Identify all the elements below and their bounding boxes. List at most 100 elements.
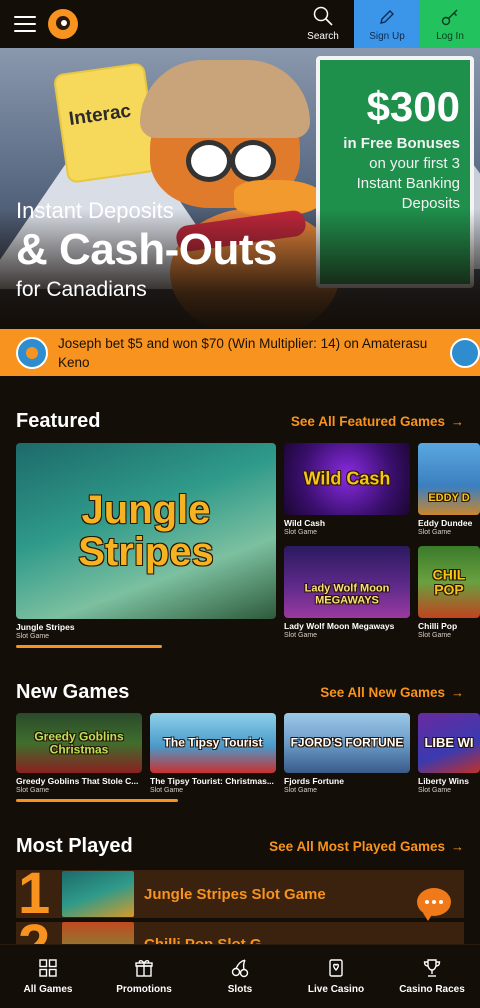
see-all-featured-label: See All Featured Games [290,414,445,429]
promo-line-1: in Free Bonuses [343,135,460,152]
game-art-title: Jungle Stripes [78,488,214,574]
game-art: EDDY D [418,443,480,515]
nav-promotions[interactable]: Promotions [96,945,192,1008]
game-category: Slot Game [418,787,452,794]
game-art: The Tipsy Tourist [150,713,276,773]
game-category: Slot Game [16,633,50,640]
most-played-header: Most Played See All Most Played Games → [16,835,464,858]
nav-label: Live Casino [307,984,365,995]
mascot-aviator-cap [140,60,310,138]
nav-label: Slots [227,984,253,995]
see-all-new-games-link[interactable]: See All New Games → [320,685,464,700]
most-played-label: Jungle Stripes Slot Game [144,885,326,903]
game-art: CHIL POP [418,546,480,618]
game-category: Slot Game [150,787,184,794]
game-art: LIBE WI [418,713,480,773]
search-button[interactable]: Search [300,0,346,48]
card-icon [329,959,343,977]
most-played-title: Most Played [16,835,133,857]
nav-all-games[interactable]: All Games [0,945,96,1008]
hero-banner[interactable]: Interac $300 in Free Bonuses on your fir… [0,48,480,329]
game-art: Lady Wolf Moon MEGAWAYS [284,546,410,618]
hero-subtitle-bottom: for Canadians [16,278,147,301]
promo-line-2: on your first 3 [369,155,460,172]
live-chat-button[interactable] [417,888,451,921]
new-games-header: New Games See All New Games → [16,681,464,704]
nav-label: Promotions [116,984,172,995]
rank-text: 1 [18,861,51,926]
game-tile-wild-cash[interactable]: Wild Cash Wild Cash Slot Game [284,443,410,536]
game-name: Liberty Wins [418,776,469,786]
game-name: Jungle Stripes [16,622,75,632]
game-art-title: EDDY D [428,492,470,505]
winner-ticker[interactable]: Joseph bet $5 and won $70 (Win Multiplie… [0,329,480,376]
new-games-title: New Games [16,681,130,703]
search-icon [313,6,333,26]
avatar [450,337,480,368]
game-tile-greedy-goblins[interactable]: Greedy Goblins Christmas Greedy Goblins … [16,713,142,794]
game-tile-jungle-stripes[interactable]: Jungle Stripes Jungle Stripes Slot Game [16,443,276,640]
casino-logo[interactable] [48,9,78,39]
bottom-navigation: All Games Promotions Slots Live Casino C… [0,944,480,1008]
game-tile-tipsy-tourist[interactable]: The Tipsy Tourist The Tipsy Tourist: Chr… [150,713,276,794]
game-name: Greedy Goblins That Stole C... [16,776,139,786]
header-actions: Search Sign Up Log In [300,0,480,48]
rank-number: 1 [16,864,62,924]
game-art: Wild Cash [284,443,410,515]
game-tile-lady-wolf-moon[interactable]: Lady Wolf Moon MEGAWAYS Lady Wolf Moon M… [284,546,410,639]
search-label: Search [307,31,339,42]
promo-amount: $300 [366,83,460,130]
nav-casino-races[interactable]: Casino Races [384,945,480,1008]
game-art-title: FJORD'S FORTUNE [290,735,404,750]
game-name: Chilli Pop [418,621,458,631]
game-tile-liberty-wins[interactable]: LIBE WI Liberty Wins Slot Game [418,713,480,794]
game-category: Slot Game [284,529,318,536]
avatar [16,336,48,369]
cherries-icon [231,959,249,978]
log-in-label: Log In [436,31,464,42]
grid-icon [39,959,57,977]
nav-label: All Games [23,984,73,995]
hero-text: Instant Deposits & Cash-Outs for Canadia… [16,198,277,302]
new-games-scroll-indicator [16,799,178,802]
game-thumbnail [62,871,134,917]
game-tile-eddy-dundee[interactable]: EDDY D Eddy Dundee Slot Game [418,443,480,536]
trophy-icon [423,959,441,977]
sign-up-button[interactable]: Sign Up [354,0,420,48]
game-name: Wild Cash [284,518,326,528]
game-category: Slot Game [284,787,318,794]
game-art: Greedy Goblins Christmas [16,713,142,773]
featured-scroll-indicator [16,645,162,648]
sign-up-label: Sign Up [369,31,405,42]
game-art-title: Wild Cash [303,468,391,489]
game-tile-chilli-pop[interactable]: CHIL POP Chilli Pop Slot Game [418,546,480,639]
log-in-button[interactable]: Log In [420,0,480,48]
ticker-message: Joseph bet $5 and won $70 (Win Multiplie… [58,335,428,370]
rank-number: 2 [16,922,62,944]
game-category: Slot Game [284,632,318,639]
see-all-most-played-label: See All Most Played Games [269,839,445,854]
mascot-goggle-right [230,140,276,182]
game-art: FJORD'S FORTUNE [284,713,410,773]
see-all-featured-link[interactable]: See All Featured Games → [291,414,464,429]
nav-label: Casino Races [399,984,465,995]
gift-icon [135,960,153,977]
see-all-most-played-link[interactable]: See All Most Played Games → [269,839,464,854]
most-played-row-1[interactable]: 1 Jungle Stripes Slot Game [16,864,464,924]
see-all-new-games-label: See All New Games [320,685,445,700]
featured-header: Featured See All Featured Games → [16,410,464,433]
game-art: Jungle Stripes [16,443,276,619]
most-played-row-2[interactable]: 2 Chilli Pop Slot G [16,922,464,944]
game-art-title: Greedy Goblins Christmas [34,729,124,756]
nav-slots[interactable]: Slots [192,945,288,1008]
interac-card-brand: Interac [67,100,133,130]
arrow-right-icon: → [451,839,464,854]
game-art-title: LIBE WI [424,735,474,751]
menu-icon[interactable] [14,16,36,32]
mascot-goggle-left [186,140,232,182]
game-category: Slot Game [16,787,50,794]
game-category: Slot Game [418,632,452,639]
game-name: Lady Wolf Moon Megaways [284,621,395,631]
game-tile-fjords-fortune[interactable]: FJORD'S FORTUNE Fjords Fortune Slot Game [284,713,410,794]
nav-live-casino[interactable]: Live Casino [288,945,384,1008]
